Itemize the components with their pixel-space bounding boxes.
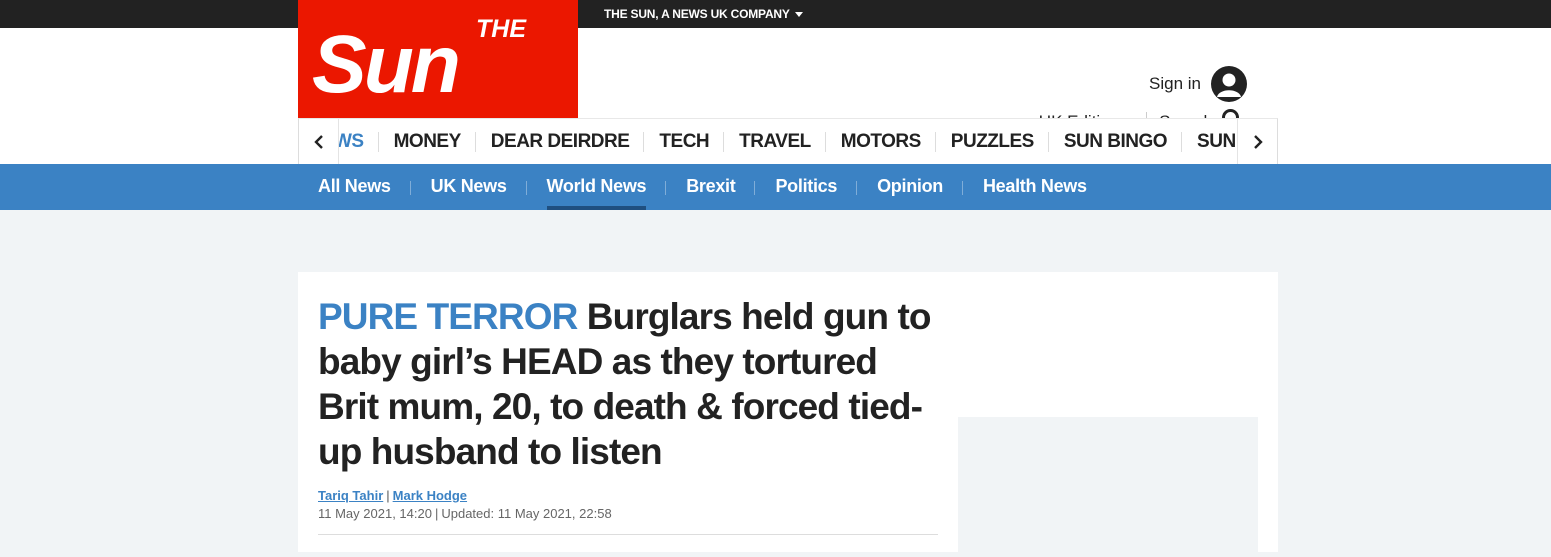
main-nav-item-dear-deidre[interactable]: DEAR DEIRDRE [476,119,645,164]
article-container: PURE TERROR Burglars held gun to baby gi… [298,272,1278,557]
site-logo[interactable]: THE Sun [298,0,578,118]
byline-separator: | [386,488,390,503]
section-nav: All News UK News World News Brexit Polit… [0,164,1551,210]
ad-slot [958,417,1258,557]
author-link[interactable]: Mark Hodge [393,488,467,503]
logo-top-word: THE [476,15,527,43]
main-nav-item-money[interactable]: MONEY [379,119,476,164]
main-nav-item-sun-bingo[interactable]: SUN BINGO [1049,119,1183,164]
section-tab-opinion[interactable]: Opinion [857,164,963,210]
article-divider [318,534,938,535]
company-label: THE SUN, A NEWS UK COMPANY [604,7,790,21]
section-tab-all-news[interactable]: All News [298,164,411,210]
author-link[interactable]: Tariq Tahir [318,488,383,503]
company-menu[interactable]: THE SUN, A NEWS UK COMPANY [604,0,803,28]
nav-scroll-left[interactable] [299,119,339,164]
main-nav: WS MONEY DEAR DEIRDRE TECH TRAVEL MOTORS… [298,118,1278,164]
article-headline: PURE TERROR Burglars held gun to baby gi… [318,294,938,474]
signin-label: Sign in [1149,74,1201,93]
nav-scroll-right[interactable] [1237,119,1277,164]
dateline: 11 May 2021, 14:20 | Updated: 11 May 2021,… [318,506,612,521]
section-tab-politics[interactable]: Politics [755,164,857,210]
chevron-left-icon [313,134,323,149]
section-tab-world-news[interactable]: World News [527,164,667,210]
main-nav-item-travel[interactable]: TRAVEL [724,119,826,164]
date-separator: | [434,506,439,521]
updated-date: Updated: 11 May 2021, 22:58 [441,506,612,521]
headline-kicker: PURE TERROR [318,296,578,337]
main-nav-item-puzzles[interactable]: PUZZLES [936,119,1049,164]
byline: Tariq Tahir | Mark Hodge [318,488,467,503]
caret-down-icon [794,12,803,18]
section-tab-health-news[interactable]: Health News [963,164,1107,210]
user-icon [1211,66,1247,102]
section-tab-brexit[interactable]: Brexit [666,164,756,210]
published-date: 11 May 2021, 14:20 [318,506,432,521]
main-nav-item-news[interactable]: WS [339,119,379,164]
main-nav-item-tech[interactable]: TECH [644,119,724,164]
main-nav-item-motors[interactable]: MOTORS [826,119,936,164]
signin-button[interactable]: Sign in [1149,66,1247,102]
section-tab-uk-news[interactable]: UK News [411,164,527,210]
main-nav-track: WS MONEY DEAR DEIRDRE TECH TRAVEL MOTORS… [339,119,1239,164]
chevron-right-icon [1253,134,1263,149]
main-nav-item-sun-vouchers[interactable]: SUN VOUCHERS [1182,119,1239,164]
logo-main-word: Sun [312,19,458,110]
top-bar: THE SUN, A NEWS UK COMPANY [0,0,1551,28]
